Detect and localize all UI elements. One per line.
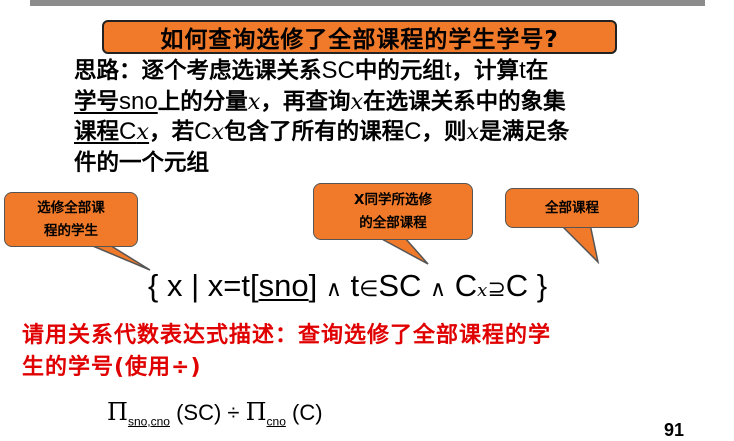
callout-line: 选修全部课 bbox=[37, 199, 105, 216]
callout-line: 的全部课程 bbox=[359, 214, 427, 231]
formula-part: { x | x=t[ bbox=[148, 268, 259, 303]
superset-symbol: ⊇ bbox=[487, 277, 506, 302]
projection-attrs: sno,cno bbox=[127, 414, 170, 429]
and-symbol: ∧ bbox=[430, 277, 447, 302]
question-line: 生的学号(使用÷) bbox=[22, 355, 202, 380]
formula-part: SC bbox=[378, 268, 422, 303]
element-of-symbol: ∈ bbox=[359, 277, 379, 302]
callout-line: X同学所选修 bbox=[354, 191, 432, 208]
callout-line: 全部课程 bbox=[545, 199, 599, 216]
tuple-calculus-formula: { x | x=t[sno] ∧ t∈SC ∧ Cx⊇C } bbox=[148, 268, 547, 304]
formula-part: ] bbox=[308, 268, 318, 303]
and-symbol: ∧ bbox=[325, 277, 342, 302]
projection-symbol: Π bbox=[107, 398, 128, 426]
question-text: 请用关系代数表达式描述：查询选修了全部课程的学 生的学号(使用÷) bbox=[22, 320, 722, 384]
callout-line: 程的学生 bbox=[44, 222, 98, 239]
callout-text: X同学所选修 的全部课程 bbox=[354, 189, 432, 235]
formula-part: t bbox=[350, 268, 360, 303]
callout-courses-of-x: X同学所选修 的全部课程 bbox=[313, 183, 473, 240]
callout-text: 选修全部课 程的学生 bbox=[37, 197, 105, 243]
projection-attrs: cno bbox=[266, 414, 286, 429]
callout-tail-right bbox=[558, 223, 600, 265]
expr-part: (SC) ÷ bbox=[169, 400, 246, 425]
callout-tail-left bbox=[87, 243, 151, 271]
formula-sno: sno bbox=[258, 268, 309, 303]
formula-part: C bbox=[505, 268, 529, 303]
projection-symbol: Π bbox=[245, 398, 267, 426]
question-line: 请用关系代数表达式描述：查询选修了全部课程的学 bbox=[22, 323, 552, 348]
formula-sub-x: x bbox=[477, 280, 488, 301]
callout-tail-mid bbox=[379, 237, 429, 265]
expr-part: (C) bbox=[285, 400, 323, 425]
relational-algebra-expression: Πsno,cno (SC) ÷ Πcno (C) bbox=[107, 398, 323, 428]
formula-part: } bbox=[536, 268, 548, 303]
callout-all-courses: 全部课程 bbox=[505, 188, 639, 228]
formula-part: C bbox=[454, 268, 478, 303]
callout-all-courses-student: 选修全部课 程的学生 bbox=[4, 192, 138, 247]
